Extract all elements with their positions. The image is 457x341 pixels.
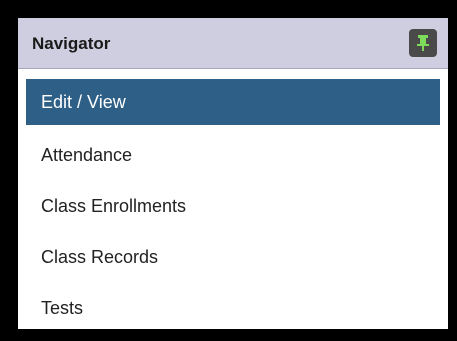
navigator-title: Navigator (32, 34, 111, 53)
nav-item-label: Attendance (41, 145, 133, 165)
nav-item-label: Tests (41, 298, 84, 318)
nav-item-label: Class Records (41, 247, 159, 267)
navigator-panel: Navigator Edit / View Attendance Class E… (18, 18, 448, 329)
nav-item-label: Edit / View (41, 92, 126, 112)
nav-item-attendance[interactable]: Attendance (26, 132, 440, 180)
nav-item-class-records[interactable]: Class Records (26, 234, 440, 282)
navigator-header: Navigator (18, 18, 448, 69)
nav-item-edit-view[interactable]: Edit / View (26, 79, 440, 125)
nav-item-label: Class Enrollments (41, 196, 187, 216)
navigator-menu: Edit / View Attendance Class Enrollments… (18, 69, 448, 329)
nav-item-tests[interactable]: Tests (26, 285, 440, 329)
screenshot-frame: Navigator Edit / View Attendance Class E… (0, 0, 457, 341)
pin-icon (417, 35, 429, 51)
pin-button[interactable] (409, 29, 437, 57)
nav-item-class-enrollments[interactable]: Class Enrollments (26, 183, 440, 231)
